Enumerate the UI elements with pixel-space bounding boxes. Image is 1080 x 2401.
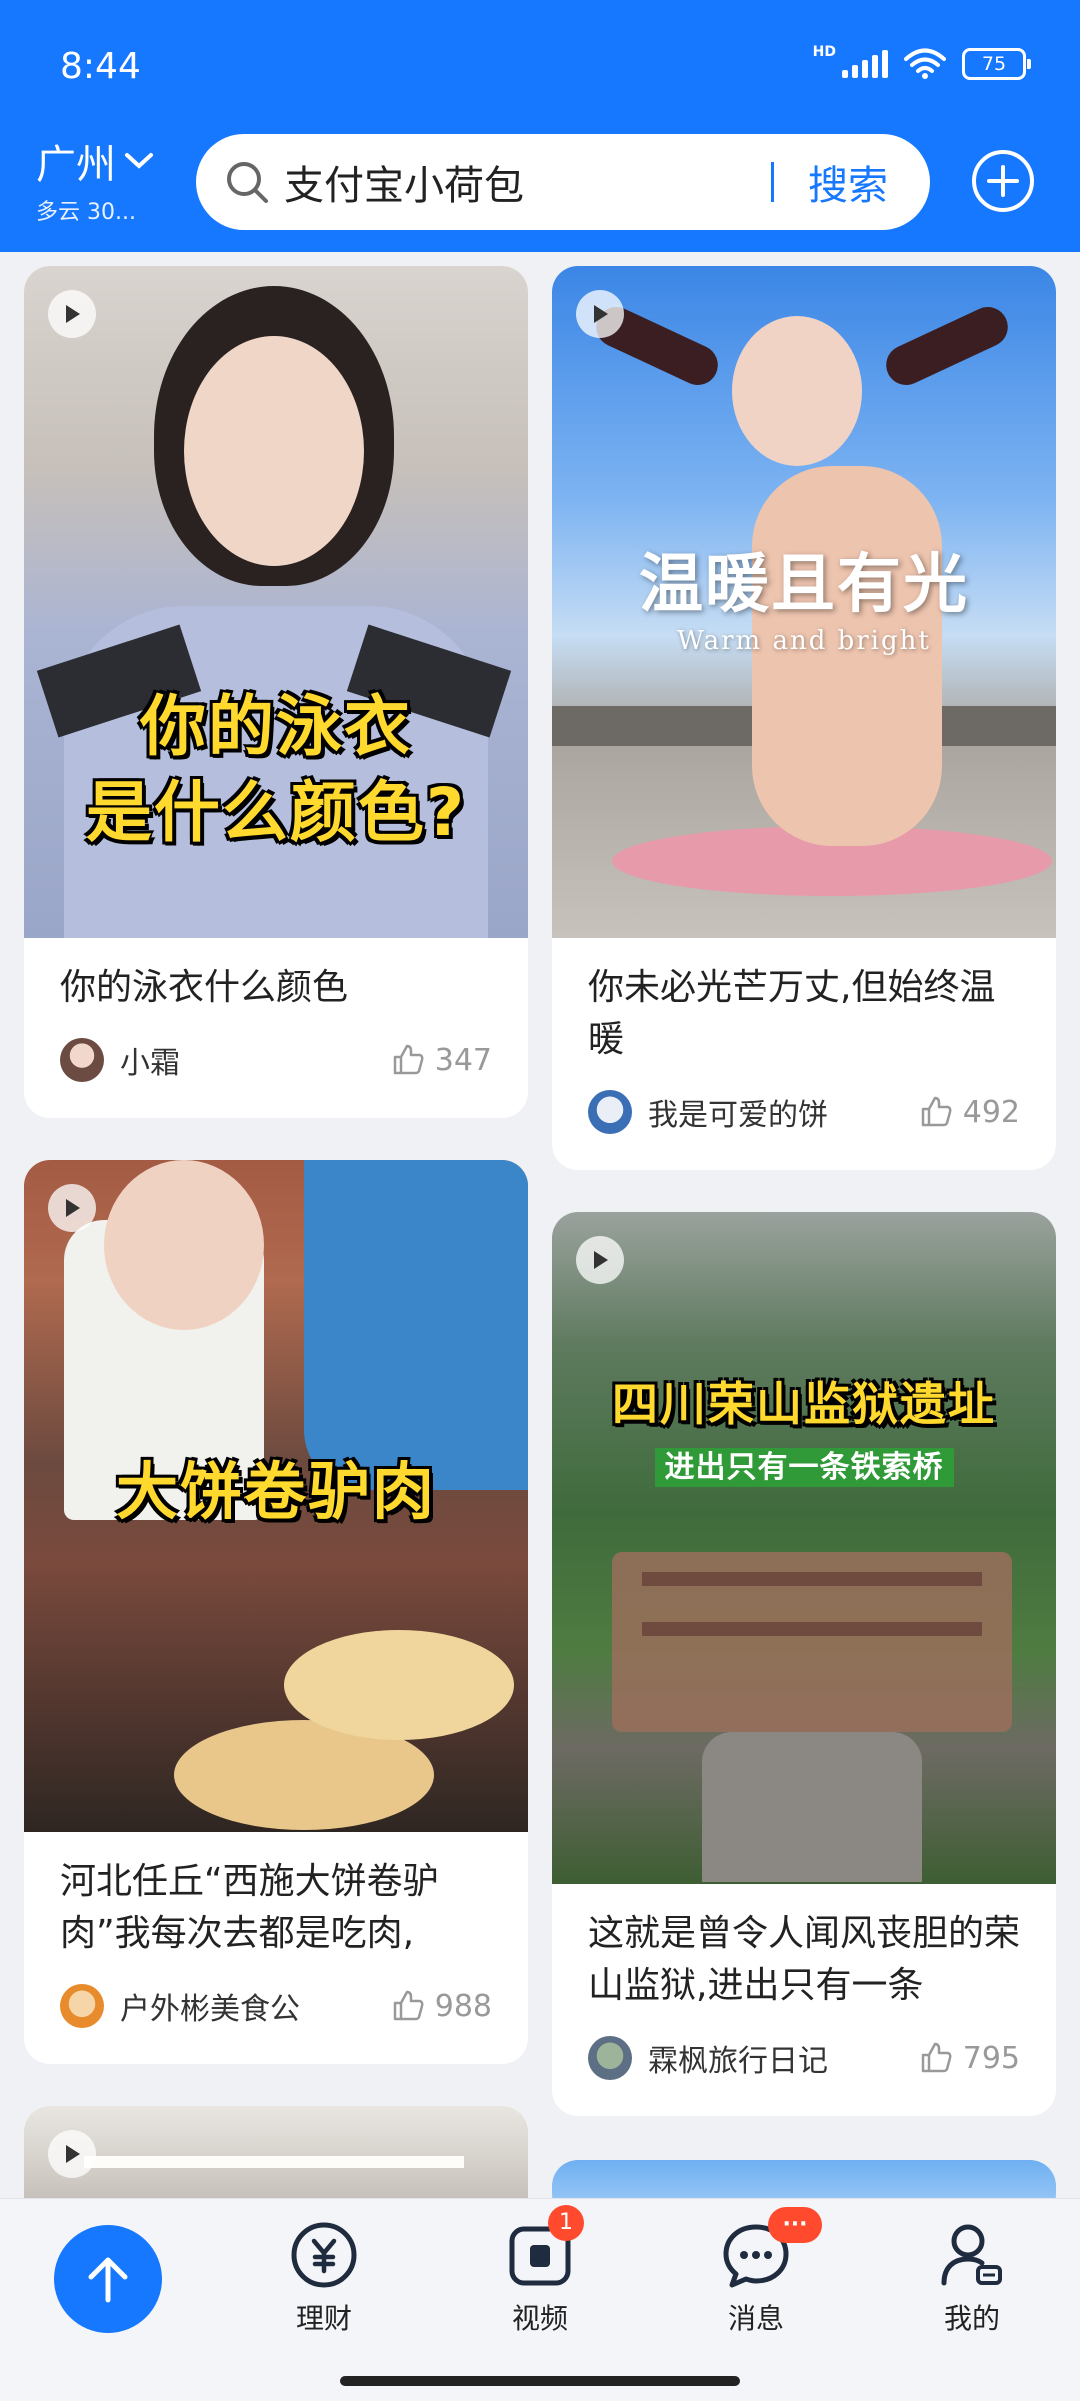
notification-badge: 1 — [548, 2205, 584, 2241]
thumbs-up-icon — [393, 1044, 424, 1075]
author-name[interactable]: 霖枫旅行日记 — [648, 2036, 919, 2080]
overlay-subtitle: 进出只有一条铁索桥 — [552, 1448, 1056, 1488]
nav-label: 视频 — [511, 2302, 568, 2335]
status-time: 8:44 — [60, 46, 141, 87]
play-icon — [48, 290, 96, 338]
message-icon: ··· — [720, 2207, 822, 2291]
feed-card[interactable]: 四川荣山监狱遗址 进出只有一条铁索桥 这就是曾令人闻风丧胆的荣山监狱,进出只有一… — [552, 1212, 1056, 2116]
wifi-icon — [904, 48, 946, 80]
feed-card[interactable]: 大饼卷驴肉 河北任丘“西施大饼卷驴肉”我每次去都是吃肉, 户外彬美食公 988 — [24, 1160, 528, 2064]
card-title: 河北任丘“西施大饼卷驴肉”我每次去都是吃肉, — [60, 1861, 439, 1954]
video-icon: 1 — [504, 2205, 584, 2291]
play-icon — [576, 1236, 624, 1284]
author-name[interactable]: 户外彬美食公 — [120, 1984, 391, 2028]
overlay-caption: 你的泳衣 是什么颜色? — [85, 688, 467, 851]
play-icon — [48, 1184, 96, 1232]
card-title: 这就是曾令人闻风丧胆的荣山监狱,进出只有一条 — [588, 1913, 1021, 2006]
city-name: 广州 — [36, 142, 116, 188]
thumbs-up-icon — [921, 2042, 952, 2073]
overlay-caption: 四川荣山监狱遗址 — [612, 1377, 996, 1431]
add-icon[interactable] — [970, 148, 1036, 214]
like-count: 347 — [434, 1042, 492, 1078]
city-selector[interactable]: 广州 多云 30... — [36, 132, 154, 226]
feed-card[interactable]: 你的泳衣 是什么颜色? 你的泳衣什么颜色 小霜 347 — [24, 266, 528, 1118]
avatar[interactable] — [60, 1038, 104, 1082]
search-bar[interactable]: 支付宝小荷包 搜索 — [196, 134, 930, 230]
nav-item-video[interactable]: 1 视频 — [470, 2205, 610, 2337]
nav-item-profile[interactable]: 我的 — [902, 2219, 1042, 2337]
chevron-down-icon — [125, 153, 153, 169]
like-count: 492 — [962, 1094, 1020, 1130]
video-thumbnail[interactable]: 四川荣山监狱遗址 进出只有一条铁索桥 — [552, 1212, 1056, 1884]
card-title: 你未必光芒万丈,但始终温暖 — [588, 967, 996, 1060]
like-button[interactable]: 988 — [391, 1989, 492, 2024]
like-count: 988 — [434, 1988, 492, 2024]
notification-badge: ··· — [768, 2207, 822, 2243]
video-thumbnail[interactable]: 你的泳衣 是什么颜色? — [24, 266, 528, 938]
nav-label: 我的 — [943, 2302, 1000, 2335]
weather-text: 多云 30... — [36, 200, 136, 225]
overlay-subtitle: Warm and bright — [677, 626, 931, 656]
search-button[interactable]: 搜索 — [808, 153, 888, 211]
yuan-icon — [288, 2219, 360, 2291]
home-button[interactable] — [54, 2225, 162, 2333]
overlay-caption: 大饼卷驴肉 — [115, 1455, 436, 1528]
home-indicator[interactable] — [340, 2376, 740, 2386]
like-button[interactable]: 492 — [919, 1095, 1020, 1130]
nav-label: 消息 — [727, 2302, 784, 2335]
author-name[interactable]: 我是可爱的饼 — [648, 1090, 919, 1134]
search-icon — [222, 157, 272, 207]
play-icon — [48, 2130, 96, 2178]
author-name[interactable]: 小霜 — [120, 1038, 391, 1082]
thumbs-up-icon — [393, 1990, 424, 2021]
avatar[interactable] — [60, 1984, 104, 2028]
status-icons: HD 75 — [813, 44, 1031, 80]
nav-item-messages[interactable]: ··· 消息 — [686, 2207, 826, 2337]
video-thumbnail[interactable]: 大饼卷驴肉 — [24, 1160, 528, 1832]
arrow-up-icon — [88, 2257, 128, 2303]
header: 8:44 HD 75 广州 多云 30... 支付宝小荷包 搜索 — [0, 0, 1080, 252]
feed-card[interactable]: 温暖且有光 Warm and bright 你未必光芒万丈,但始终温暖 我是可爱… — [552, 266, 1056, 1170]
nav-label: 理财 — [295, 2302, 352, 2335]
thumbs-up-icon — [921, 1096, 952, 1127]
overlay-caption: 温暖且有光 — [639, 548, 969, 622]
avatar[interactable] — [588, 1090, 632, 1134]
search-divider — [771, 162, 774, 202]
video-thumbnail[interactable]: 温暖且有光 Warm and bright — [552, 266, 1056, 938]
play-icon — [576, 290, 624, 338]
like-button[interactable]: 347 — [391, 1043, 492, 1078]
hd-indicator: HD — [812, 44, 836, 60]
search-input[interactable]: 支付宝小荷包 — [284, 153, 771, 211]
nav-item-wealth[interactable]: 理财 — [254, 2219, 394, 2337]
battery-icon: 75 — [962, 48, 1031, 80]
profile-icon — [936, 2219, 1008, 2291]
signal-icon — [842, 50, 888, 78]
card-title: 你的泳衣什么颜色 — [60, 967, 349, 1008]
like-button[interactable]: 795 — [919, 2041, 1020, 2076]
avatar[interactable] — [588, 2036, 632, 2080]
bottom-nav: 理财 1 视频 ··· 消息 我的 — [0, 2198, 1080, 2401]
like-count: 795 — [962, 2040, 1020, 2076]
